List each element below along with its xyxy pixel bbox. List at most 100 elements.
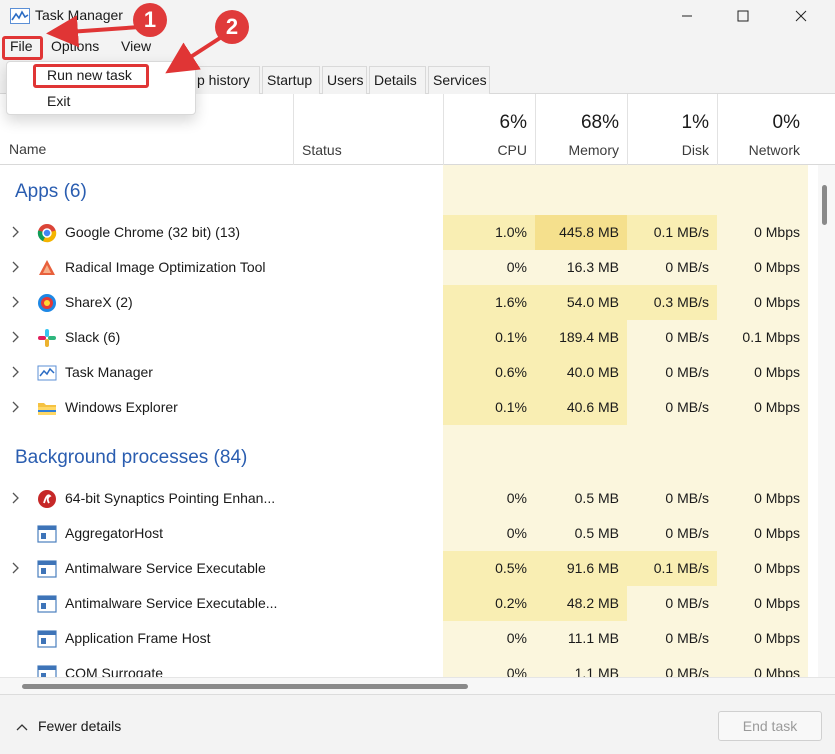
network-cell: 0 Mbps	[717, 621, 808, 656]
arrow-2	[165, 36, 222, 74]
network-cell: 0 Mbps	[717, 656, 808, 677]
disk-cell: 0 MB/s	[627, 355, 717, 390]
chevron-right-icon[interactable]	[11, 401, 19, 416]
chevron-right-icon[interactable]	[11, 261, 19, 276]
table-row[interactable]: 0.1% 189.4 MB 0 MB/s 0.1 Mbps Slack (6)	[0, 320, 808, 355]
disk-cell: 0 MB/s	[627, 250, 717, 285]
process-name: Slack (6)	[65, 329, 121, 345]
column-name[interactable]: Name	[9, 141, 46, 157]
fewer-details-label: Fewer details	[38, 718, 122, 734]
table-row[interactable]: 0% 11.1 MB 0 MB/s 0 Mbps Application Frame H…	[0, 621, 808, 656]
chevron-right-icon[interactable]	[11, 331, 19, 346]
network-cell: 0 Mbps	[717, 481, 808, 516]
cpu-cell: 1.0%	[443, 215, 535, 250]
cpu-cell: 0%	[443, 621, 535, 656]
memory-cell: 189.4 MB	[535, 320, 627, 355]
process-name: COM Surrogate	[65, 665, 164, 677]
annotation-arrows	[46, 15, 222, 74]
memory-cell: 11.1 MB	[535, 621, 627, 656]
vertical-scrollbar[interactable]	[818, 165, 835, 677]
process-name: Antimalware Service Executable	[65, 560, 266, 576]
radical-icon	[39, 260, 55, 275]
process-name: Task Manager	[65, 364, 153, 380]
chevron-right-icon[interactable]	[11, 226, 19, 241]
network-cell: 0 Mbps	[717, 285, 808, 320]
slack-icon	[38, 329, 56, 347]
memory-cell: 91.6 MB	[535, 551, 627, 586]
table-row[interactable]: 0% 16.3 MB 0 MB/s 0 Mbps Radical Image Optim…	[0, 250, 808, 285]
disk-cell: 0.1 MB/s	[627, 215, 717, 250]
disk-cell: 0.3 MB/s	[627, 285, 717, 320]
network-cell: 0.1 Mbps	[717, 320, 808, 355]
process-name: Radical Image Optimization Tool	[65, 259, 266, 275]
table-row[interactable]: 1.0% 445.8 MB 0.1 MB/s 0 Mbps Google Chrome …	[0, 215, 808, 250]
network-cell: 0 Mbps	[717, 586, 808, 621]
cpu-cell: 0.1%	[443, 320, 535, 355]
process-name: Windows Explorer	[65, 399, 178, 415]
column-status: Status	[302, 142, 342, 158]
memory-cell: 0.5 MB	[535, 516, 627, 551]
memory-label: Memory	[568, 142, 619, 158]
horizontal-scroll-thumb[interactable]	[22, 684, 468, 689]
memory-cell: 40.0 MB	[535, 355, 627, 390]
network-cell: 0 Mbps	[717, 551, 808, 586]
disk-cell: 0 MB/s	[627, 481, 717, 516]
cpu-cell: 0%	[443, 656, 535, 677]
table-row[interactable]: 0.6% 40.0 MB 0 MB/s 0 Mbps Task Manager	[0, 355, 808, 390]
network-label: Network	[748, 142, 800, 158]
chevron-right-icon[interactable]	[11, 492, 19, 507]
network-cell: 0 Mbps	[717, 390, 808, 425]
end-task-button[interactable]: End task	[718, 711, 822, 741]
chevron-up-icon	[16, 724, 28, 731]
table-row[interactable]: 0.5% 91.6 MB 0.1 MB/s 0 Mbps Antimalware Ser…	[0, 551, 808, 586]
service-icon	[37, 665, 57, 677]
process-name: Application Frame Host	[65, 630, 211, 646]
cpu-cell: 0.2%	[443, 586, 535, 621]
memory-cell: 1.1 MB	[535, 656, 627, 677]
disk-cell: 0 MB/s	[627, 516, 717, 551]
horizontal-scrollbar[interactable]	[0, 677, 835, 694]
table-row[interactable]: 0% 0.5 MB 0 MB/s 0 Mbps AggregatorHost	[0, 516, 808, 551]
chevron-right-icon[interactable]	[11, 366, 19, 381]
table-row[interactable]: 0% 0.5 MB 0 MB/s 0 Mbps 64-bit Synaptics Poi…	[0, 481, 808, 516]
cpu-cell: 0%	[443, 516, 535, 551]
service-icon	[37, 630, 57, 648]
disk-cell: 0 MB/s	[627, 656, 717, 677]
cpu-cell: 0.5%	[443, 551, 535, 586]
table-row[interactable]: 1.6% 54.0 MB 0.3 MB/s 0 Mbps ShareX (2)	[0, 285, 808, 320]
disk-cell: 0.1 MB/s	[627, 551, 717, 586]
cpu-cell: 0.1%	[443, 390, 535, 425]
process-name: Antimalware Service Executable...	[65, 595, 278, 611]
task-manager-icon	[37, 365, 57, 381]
chevron-right-icon[interactable]	[11, 562, 19, 577]
sharex-icon	[38, 294, 56, 312]
group-title[interactable]: Background processes (84)	[15, 447, 247, 469]
group-title[interactable]: Apps (6)	[15, 181, 87, 203]
cpu-cell: 0%	[443, 481, 535, 516]
service-icon	[37, 595, 57, 613]
chevron-right-icon[interactable]	[11, 296, 19, 311]
memory-cell: 54.0 MB	[535, 285, 627, 320]
disk-cell: 0 MB/s	[627, 586, 717, 621]
memory-cell: 0.5 MB	[535, 481, 627, 516]
table-row[interactable]: 0.2% 48.2 MB 0 MB/s 0 Mbps Antimalware Servi…	[0, 586, 808, 621]
chrome-icon	[37, 224, 57, 243]
process-name: AggregatorHost	[65, 525, 164, 541]
memory-cell: 40.6 MB	[535, 390, 627, 425]
service-icon	[37, 525, 57, 543]
cpu-cell: 1.6%	[443, 285, 535, 320]
process-name: Google Chrome (32 bit) (13)	[65, 224, 241, 240]
footer: Fewer details End task	[0, 694, 835, 754]
vertical-scroll-thumb[interactable]	[822, 185, 827, 225]
table-row[interactable]: 0% 1.1 MB 0 MB/s 0 Mbps COM Surrogate	[0, 656, 808, 677]
process-name: ShareX (2)	[65, 294, 133, 310]
memory-cell: 48.2 MB	[535, 586, 627, 621]
network-cell: 0 Mbps	[717, 516, 808, 551]
step-2-badge: 2	[215, 10, 249, 44]
network-cell: 0 Mbps	[717, 250, 808, 285]
table-row[interactable]: 0.1% 40.6 MB 0 MB/s 0 Mbps Windows Explorer	[0, 390, 808, 425]
disk-label: Disk	[681, 142, 709, 158]
fewer-details-button[interactable]: Fewer details	[16, 718, 121, 734]
disk-cell: 0 MB/s	[627, 320, 717, 355]
cpu-cell: 0.6%	[443, 355, 535, 390]
